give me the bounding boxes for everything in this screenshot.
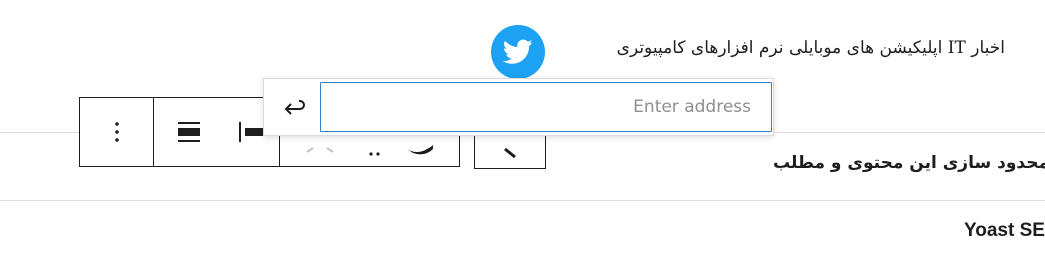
align-left-icon	[238, 122, 265, 142]
paragraph-text[interactable]: اخبار IT اپلیکیشن های موبایلی نرم افزاره…	[617, 38, 1005, 58]
return-arrow-icon	[284, 100, 305, 115]
twitter-icon	[407, 145, 434, 155]
toolbar-group-alignment	[154, 98, 281, 166]
link-icon	[504, 147, 516, 159]
options-vertical-dots-icon	[114, 122, 119, 142]
twitter-icon	[503, 39, 533, 64]
link-url-popover	[263, 78, 774, 136]
dots-icon	[369, 152, 380, 156]
align-center-button[interactable]	[154, 98, 224, 166]
twitter-social-icon[interactable]	[491, 25, 545, 79]
chevron-icon	[306, 147, 334, 153]
yoast-seo-title[interactable]: Yoast SEO	[964, 220, 1045, 242]
align-center-icon	[178, 122, 200, 142]
divider	[0, 200, 1045, 201]
options-button[interactable]	[80, 98, 153, 166]
toolbar-group-options	[80, 98, 154, 166]
url-input[interactable]	[320, 82, 772, 132]
content-restriction-title[interactable]: محدود سازی این محتوی و مطلب	[773, 153, 1045, 173]
submit-link-button[interactable]	[272, 87, 316, 129]
